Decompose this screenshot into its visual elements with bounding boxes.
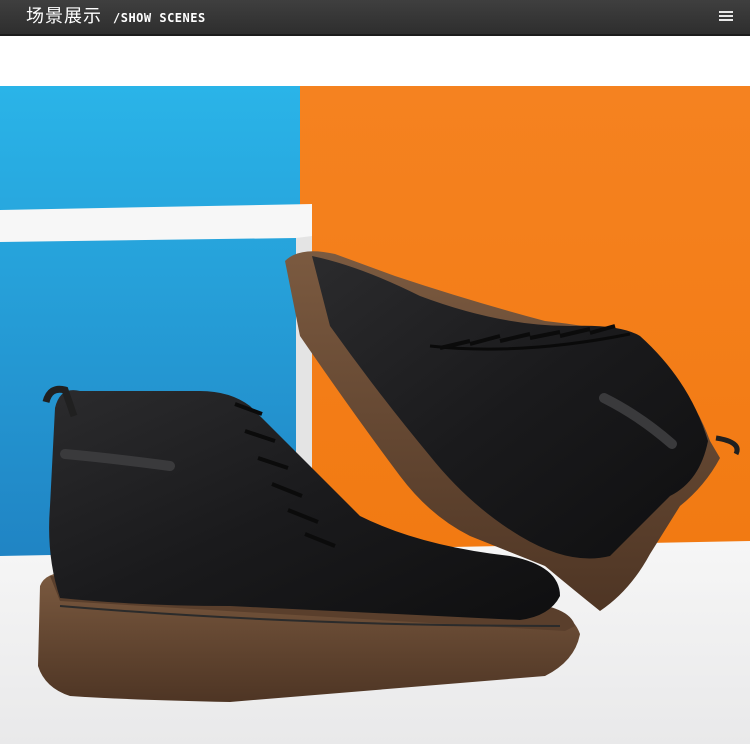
section-title-cn: 场景展示 [26, 6, 102, 27]
section-title-en: /SHOW SCENES [113, 11, 206, 25]
section-header: 场景展示 /SHOW SCENES [0, 0, 750, 36]
menu-icon[interactable] [719, 10, 735, 22]
product-scene-image [0, 86, 750, 744]
